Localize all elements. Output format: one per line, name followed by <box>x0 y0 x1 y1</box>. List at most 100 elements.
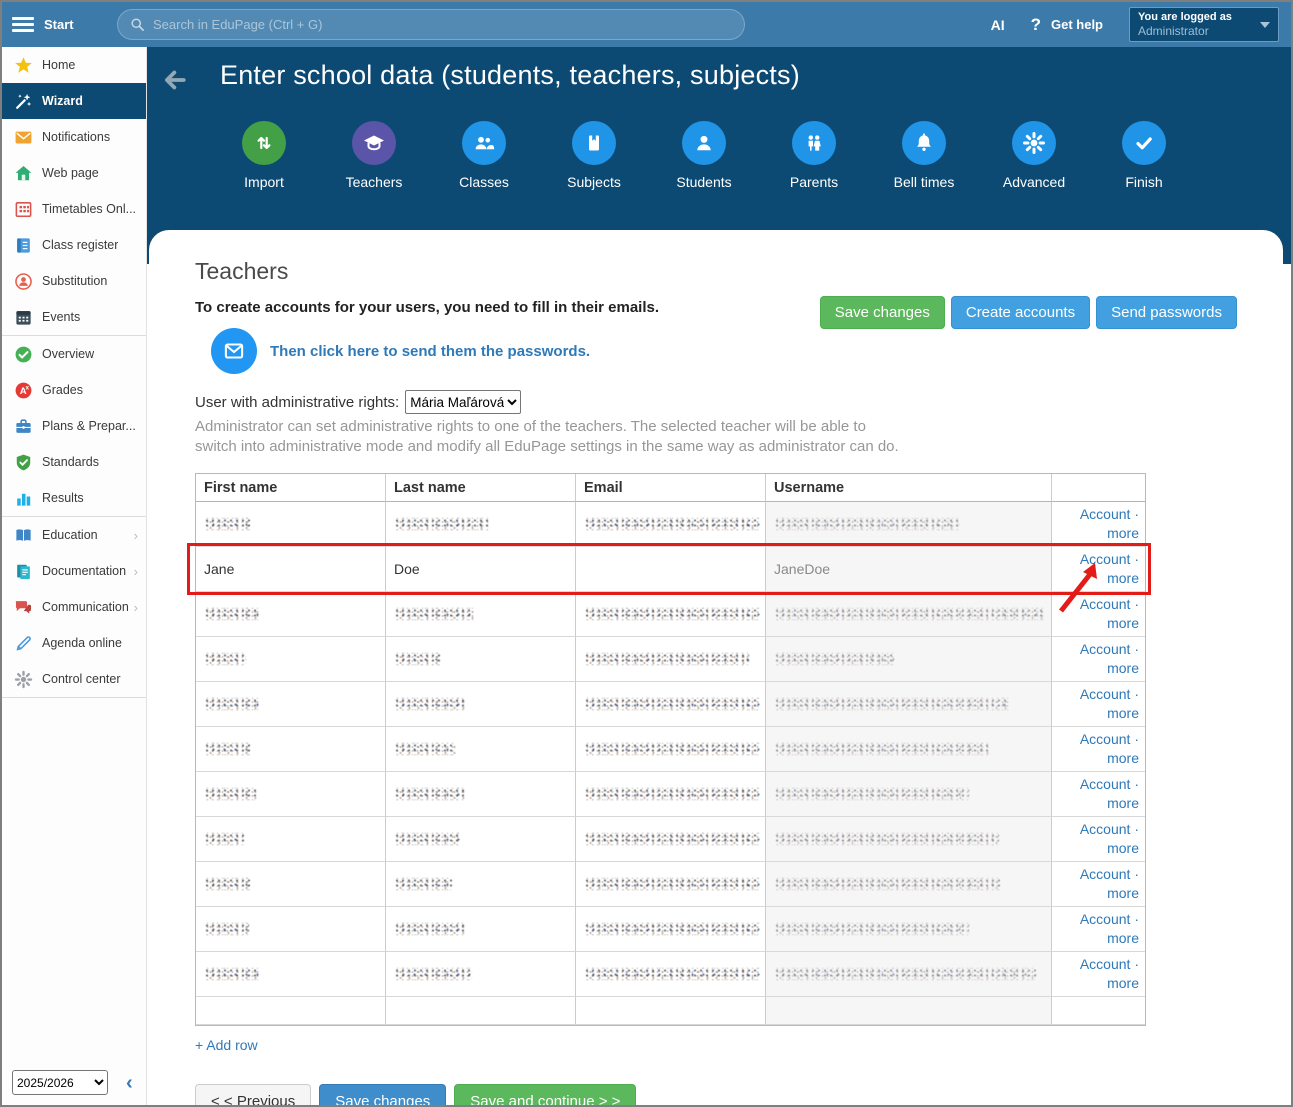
more-link[interactable]: more <box>1107 885 1139 901</box>
more-link[interactable]: more <box>1107 750 1139 766</box>
sidebar-item-overview[interactable]: Overview <box>2 336 146 372</box>
last-name-cell[interactable] <box>386 592 576 637</box>
account-link[interactable]: Account <box>1080 956 1131 972</box>
search-bar[interactable] <box>117 9 745 40</box>
more-link[interactable]: more <box>1107 795 1139 811</box>
last-name-cell[interactable] <box>386 637 576 682</box>
wizard-step-bell-times[interactable]: Bell times <box>869 121 979 190</box>
email-cell[interactable] <box>576 502 766 547</box>
wizard-step-students[interactable]: Students <box>649 121 759 190</box>
account-link[interactable]: Account <box>1080 551 1131 567</box>
email-cell[interactable] <box>576 547 766 592</box>
account-link[interactable]: Account <box>1080 596 1131 612</box>
last-name-cell[interactable] <box>386 997 576 1025</box>
email-cell[interactable] <box>576 907 766 952</box>
account-link[interactable]: Account <box>1080 866 1131 882</box>
sidebar-item-home[interactable]: Home <box>2 47 146 83</box>
sidebar-item-grades[interactable]: Ax Grades <box>2 372 146 408</box>
start-menu-label[interactable]: Start <box>44 17 74 32</box>
email-cell[interactable] <box>576 727 766 772</box>
account-link[interactable]: Account <box>1080 776 1131 792</box>
email-cell[interactable] <box>576 817 766 862</box>
sidebar-item-notifications[interactable]: Notifications <box>2 119 146 155</box>
sidebar-item-class-register[interactable]: Class register <box>2 227 146 263</box>
back-arrow-icon[interactable] <box>160 65 190 95</box>
save-changes-footer-button[interactable]: Save changes <box>319 1084 447 1105</box>
admin-rights-select[interactable]: Mária Maľárová <box>405 390 522 414</box>
more-link[interactable]: more <box>1107 570 1139 586</box>
email-cell[interactable] <box>576 952 766 997</box>
email-cell[interactable] <box>576 682 766 727</box>
sidebar-item-wizard[interactable]: Wizard <box>2 83 146 119</box>
last-name-cell[interactable] <box>386 682 576 727</box>
sidebar-item-web-page[interactable]: Web page <box>2 155 146 191</box>
sidebar-item-agenda-online[interactable]: Agenda online <box>2 625 146 661</box>
more-link[interactable]: more <box>1107 930 1139 946</box>
previous-button[interactable]: < < Previous <box>195 1084 312 1105</box>
first-name-cell[interactable] <box>196 727 386 772</box>
logged-in-dropdown[interactable]: You are logged as Administrator <box>1129 7 1279 42</box>
menu-icon[interactable] <box>12 14 34 35</box>
sidebar-item-standards[interactable]: Standards <box>2 444 146 480</box>
account-link[interactable]: Account <box>1080 731 1131 747</box>
account-link[interactable]: Account <box>1080 911 1131 927</box>
email-cell[interactable] <box>576 592 766 637</box>
sidebar-item-timetables-onl[interactable]: Timetables Onl... <box>2 191 146 227</box>
wizard-step-subjects[interactable]: Subjects <box>539 121 649 190</box>
last-name-cell[interactable] <box>386 952 576 997</box>
add-row-link[interactable]: + Add row <box>195 1037 315 1053</box>
last-name-cell[interactable] <box>386 772 576 817</box>
first-name-cell[interactable] <box>196 952 386 997</box>
email-cell[interactable] <box>576 997 766 1025</box>
save-changes-button[interactable]: Save changes <box>819 296 945 329</box>
first-name-cell[interactable] <box>196 637 386 682</box>
sidebar-item-substitution[interactable]: Substitution <box>2 263 146 299</box>
sidebar-item-events[interactable]: Events <box>2 299 146 335</box>
wizard-step-parents[interactable]: Parents <box>759 121 869 190</box>
more-link[interactable]: more <box>1107 840 1139 856</box>
save-and-continue-button[interactable]: Save and continue > > <box>454 1084 637 1105</box>
first-name-cell[interactable]: Jane <box>196 547 386 592</box>
collapse-sidebar-icon[interactable]: ‹ <box>126 1073 133 1093</box>
email-cell[interactable] <box>576 637 766 682</box>
wizard-step-teachers[interactable]: Teachers <box>319 121 429 190</box>
more-link[interactable]: more <box>1107 615 1139 631</box>
more-link[interactable]: more <box>1107 525 1139 541</box>
sidebar-item-education[interactable]: Education › <box>2 517 146 553</box>
more-link[interactable]: more <box>1107 660 1139 676</box>
wizard-step-classes[interactable]: Classes <box>429 121 539 190</box>
account-link[interactable]: Account <box>1080 686 1131 702</box>
email-cell[interactable] <box>576 862 766 907</box>
last-name-cell[interactable]: Doe <box>386 547 576 592</box>
sidebar-item-plans-prepar[interactable]: Plans & Prepar... <box>2 408 146 444</box>
account-link[interactable]: Account <box>1080 506 1131 522</box>
wizard-step-finish[interactable]: Finish <box>1089 121 1199 190</box>
last-name-cell[interactable] <box>386 502 576 547</box>
email-cell[interactable] <box>576 772 766 817</box>
first-name-cell[interactable] <box>196 907 386 952</box>
first-name-cell[interactable] <box>196 772 386 817</box>
sidebar-item-documentation[interactable]: Documentation › <box>2 553 146 589</box>
sidebar-item-communication[interactable]: Communication › <box>2 589 146 625</box>
last-name-cell[interactable] <box>386 862 576 907</box>
first-name-cell[interactable] <box>196 592 386 637</box>
last-name-cell[interactable] <box>386 907 576 952</box>
get-help-button[interactable]: ? Get help <box>1031 15 1103 35</box>
send-passwords-link[interactable]: Then click here to send them the passwor… <box>270 343 590 360</box>
first-name-cell[interactable] <box>196 502 386 547</box>
last-name-cell[interactable] <box>386 817 576 862</box>
account-link[interactable]: Account <box>1080 641 1131 657</box>
send-passwords-button[interactable]: Send passwords <box>1096 296 1237 329</box>
account-link[interactable]: Account <box>1080 821 1131 837</box>
sidebar-item-control-center[interactable]: Control center <box>2 661 146 697</box>
search-input[interactable] <box>153 17 713 32</box>
wizard-step-advanced[interactable]: Advanced <box>979 121 1089 190</box>
wizard-step-import[interactable]: Import <box>209 121 319 190</box>
create-accounts-button[interactable]: Create accounts <box>950 296 1091 329</box>
first-name-cell[interactable] <box>196 817 386 862</box>
last-name-cell[interactable] <box>386 727 576 772</box>
first-name-cell[interactable] <box>196 997 386 1025</box>
first-name-cell[interactable] <box>196 862 386 907</box>
first-name-cell[interactable] <box>196 682 386 727</box>
more-link[interactable]: more <box>1107 705 1139 721</box>
